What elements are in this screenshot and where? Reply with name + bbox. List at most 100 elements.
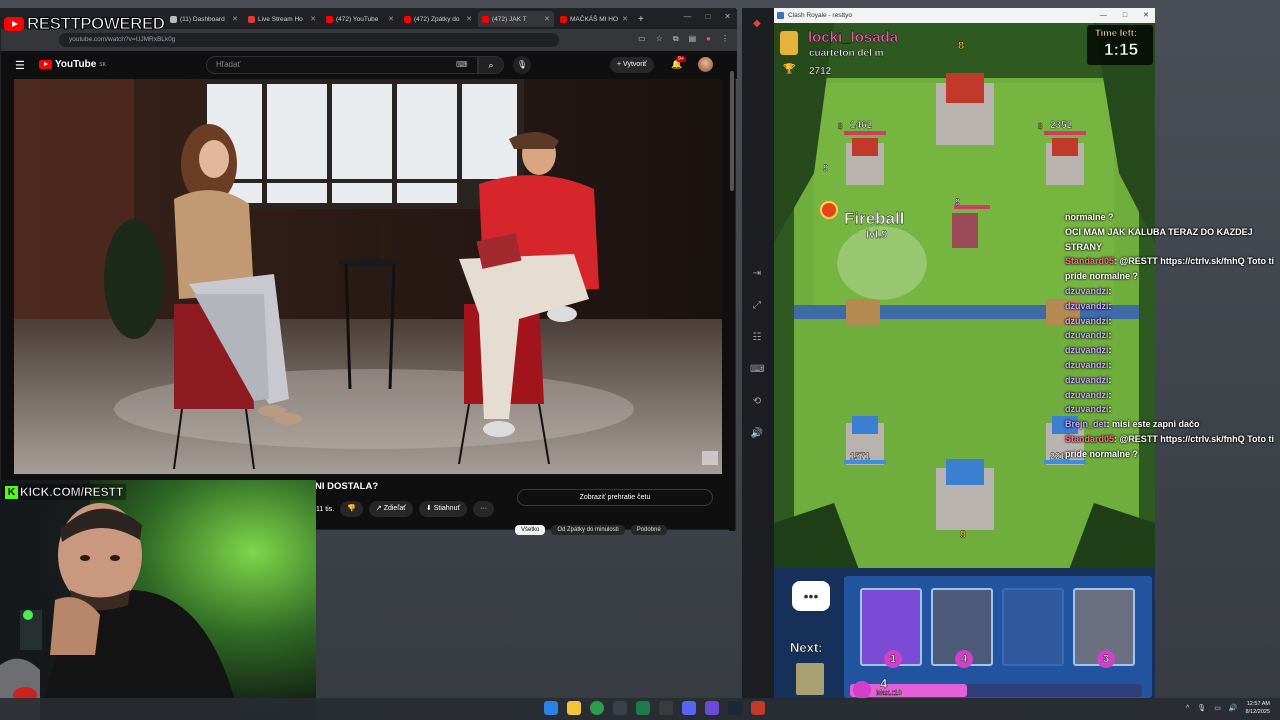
steam-icon[interactable] [728,701,742,715]
dislike-button[interactable]: 👎 [340,501,363,517]
url-field[interactable]: youtube.com/watch?v=UJMRxBLk0g [59,33,559,47]
search-input[interactable]: Hľadať [206,56,478,74]
tab-close-icon[interactable]: ✕ [466,15,472,23]
show-chat-replay-button[interactable]: Zobraziť prehratie četu [517,489,713,506]
game-maximize-icon[interactable]: □ [1123,8,1127,23]
browser-tab[interactable]: Live Stream Ho ✕ [244,11,320,27]
bookmark-star-icon[interactable]: ☆ [656,34,663,44]
rotate-icon[interactable]: ⟲ [750,396,764,407]
sidebar-icon[interactable]: ▤ [689,34,697,44]
share-label: Zdieľať [383,505,406,512]
chat-message: Brejn_det: misi este zapni dačo [1065,419,1200,430]
browser-tab[interactable]: (472) YouTube ✕ [322,11,398,27]
start-icon[interactable] [544,701,558,715]
tray-chevron-icon[interactable]: ^ [1186,705,1189,712]
voice-search-button[interactable]: 🎙 [513,56,531,74]
more-actions-button[interactable]: ··· [473,501,495,517]
create-button[interactable]: + Vytvoriť [610,57,654,73]
game-app-icon[interactable] [751,701,765,715]
chat-message: dzuvandzi: [1065,345,1112,356]
clock[interactable]: 12:57 AM 8/12/2025 [1246,700,1270,716]
browser-tab[interactable]: (472) JAK T ✕ [478,11,554,27]
tab-label: MAČKÁŠ MI HO [570,15,619,23]
opponent-trophies: 2712 [809,66,832,77]
empty-card-slot[interactable] [1002,588,1064,666]
game-close-icon[interactable]: ✕ [1143,8,1149,23]
browser-tab[interactable]: (11) Dashboard ✕ [166,11,242,27]
maximize-icon[interactable]: □ [705,12,710,21]
twitch-icon[interactable] [705,701,719,715]
filter-chip[interactable]: Všetko [515,525,546,535]
browser-tab[interactable]: (472) Zpátky do ✕ [400,11,476,27]
minimize-icon[interactable]: — [683,12,691,21]
expand-icon[interactable]: ⤢ [750,300,764,311]
electro-spirit-card[interactable]: 1 [860,588,922,668]
taskbar: ^ 🎙 ▭ 🔊 12:57 AM 8/12/2025 [0,698,1280,720]
menu-dots-icon[interactable]: ⋮ [721,34,729,44]
chat-username: Standard05 [1065,433,1115,444]
video-player[interactable] [14,79,722,474]
youtube-logo[interactable]: YouTube SK [39,59,106,70]
tab-favicon-icon [248,15,255,23]
volume-icon[interactable]: 🔊 [750,428,764,439]
chrome-icon[interactable] [590,701,604,715]
tab-close-icon[interactable]: ✕ [622,15,628,23]
search-button[interactable]: ⌕ [478,56,504,74]
webcam-feed [0,480,316,720]
enemy-left-tower-level: 8 [838,122,843,131]
controls-icon[interactable]: ☷ [750,332,764,343]
profile-icon[interactable]: ● [706,34,711,44]
enemy-king-level: 8 [958,40,965,52]
enemy-right-tower-hp: 2352 [1050,120,1073,131]
app-logo-icon: ◆ [753,18,761,29]
scrollbar-thumb[interactable] [730,71,734,191]
tab-close-icon[interactable]: ✕ [232,15,238,23]
new-tab-icon[interactable]: + [638,14,644,25]
filter-chip[interactable]: Podobné [630,525,667,535]
cast-icon[interactable]: ▭ [638,34,646,44]
import-icon[interactable]: ⇥ [750,268,764,279]
youtube-header: ☰ YouTube SK Hľadať ⌨ ⌕ 🎙 + Vytvoriť 🔔 9+ [1,51,737,79]
share-button[interactable]: ↗ Zdieľať [368,501,413,517]
keyboard-mapping-icon[interactable]: ⌨ [750,364,764,375]
page-scrollbar[interactable] [729,71,735,531]
tab-close-icon[interactable]: ✕ [310,15,316,23]
tab-close-icon[interactable]: ✕ [544,15,550,23]
browser-tab[interactable]: MAČKÁŠ MI HO ✕ [556,11,632,27]
keyboard-icon[interactable]: ⌨ [456,60,468,69]
extensions-icon[interactable]: ⧉ [673,34,679,44]
network-icon[interactable]: ▭ [1214,704,1221,712]
mega-knight-card[interactable]: 4 [931,588,993,668]
terminal-icon[interactable] [613,701,627,715]
file-explorer-icon[interactable] [567,701,581,715]
notification-badge: 9+ [676,56,686,62]
tab-close-icon[interactable]: ✕ [388,15,394,23]
chat-message: dzuvandzi: [1065,389,1112,400]
download-button[interactable]: ⬇ Stiahnuť [418,501,468,517]
game-window-title: Clash Royale - resttyo [788,12,852,19]
hamburger-menu-icon[interactable]: ☰ [15,59,25,72]
notifications-button[interactable]: 🔔 9+ [671,56,686,70]
chat-text: misi este zapni dačo [1112,419,1200,430]
spell-level: lvl.9 [866,229,888,241]
obs-icon[interactable] [636,701,650,715]
close-icon[interactable]: ✕ [724,12,731,21]
skeleton-knight-card[interactable]: 3 [1073,588,1135,668]
spell-name: Fireball [844,209,905,228]
account-avatar[interactable] [698,57,713,72]
filter-chip[interactable]: Od Zpátky do minulosti [551,525,625,535]
mic-tray-icon[interactable]: 🎙 [1197,704,1206,712]
tab-favicon-icon [326,15,333,23]
share-icon: ↗ [375,505,382,512]
mic-icon: 🎙 [516,60,528,69]
discord-icon[interactable] [682,701,696,715]
app-icon[interactable] [659,701,673,715]
chat-message: dzuvandzi: [1065,404,1112,415]
tab-label: (472) YouTube [336,15,379,23]
likes-count[interactable]: 11 tis. [316,506,334,513]
fireball-spell-icon [820,201,838,219]
game-minimize-icon[interactable]: — [1100,8,1107,23]
chat-username: dzuvandzi [1065,300,1109,311]
chat-username: dzuvandzi [1065,330,1109,341]
speaker-icon[interactable]: 🔊 [1229,704,1238,712]
